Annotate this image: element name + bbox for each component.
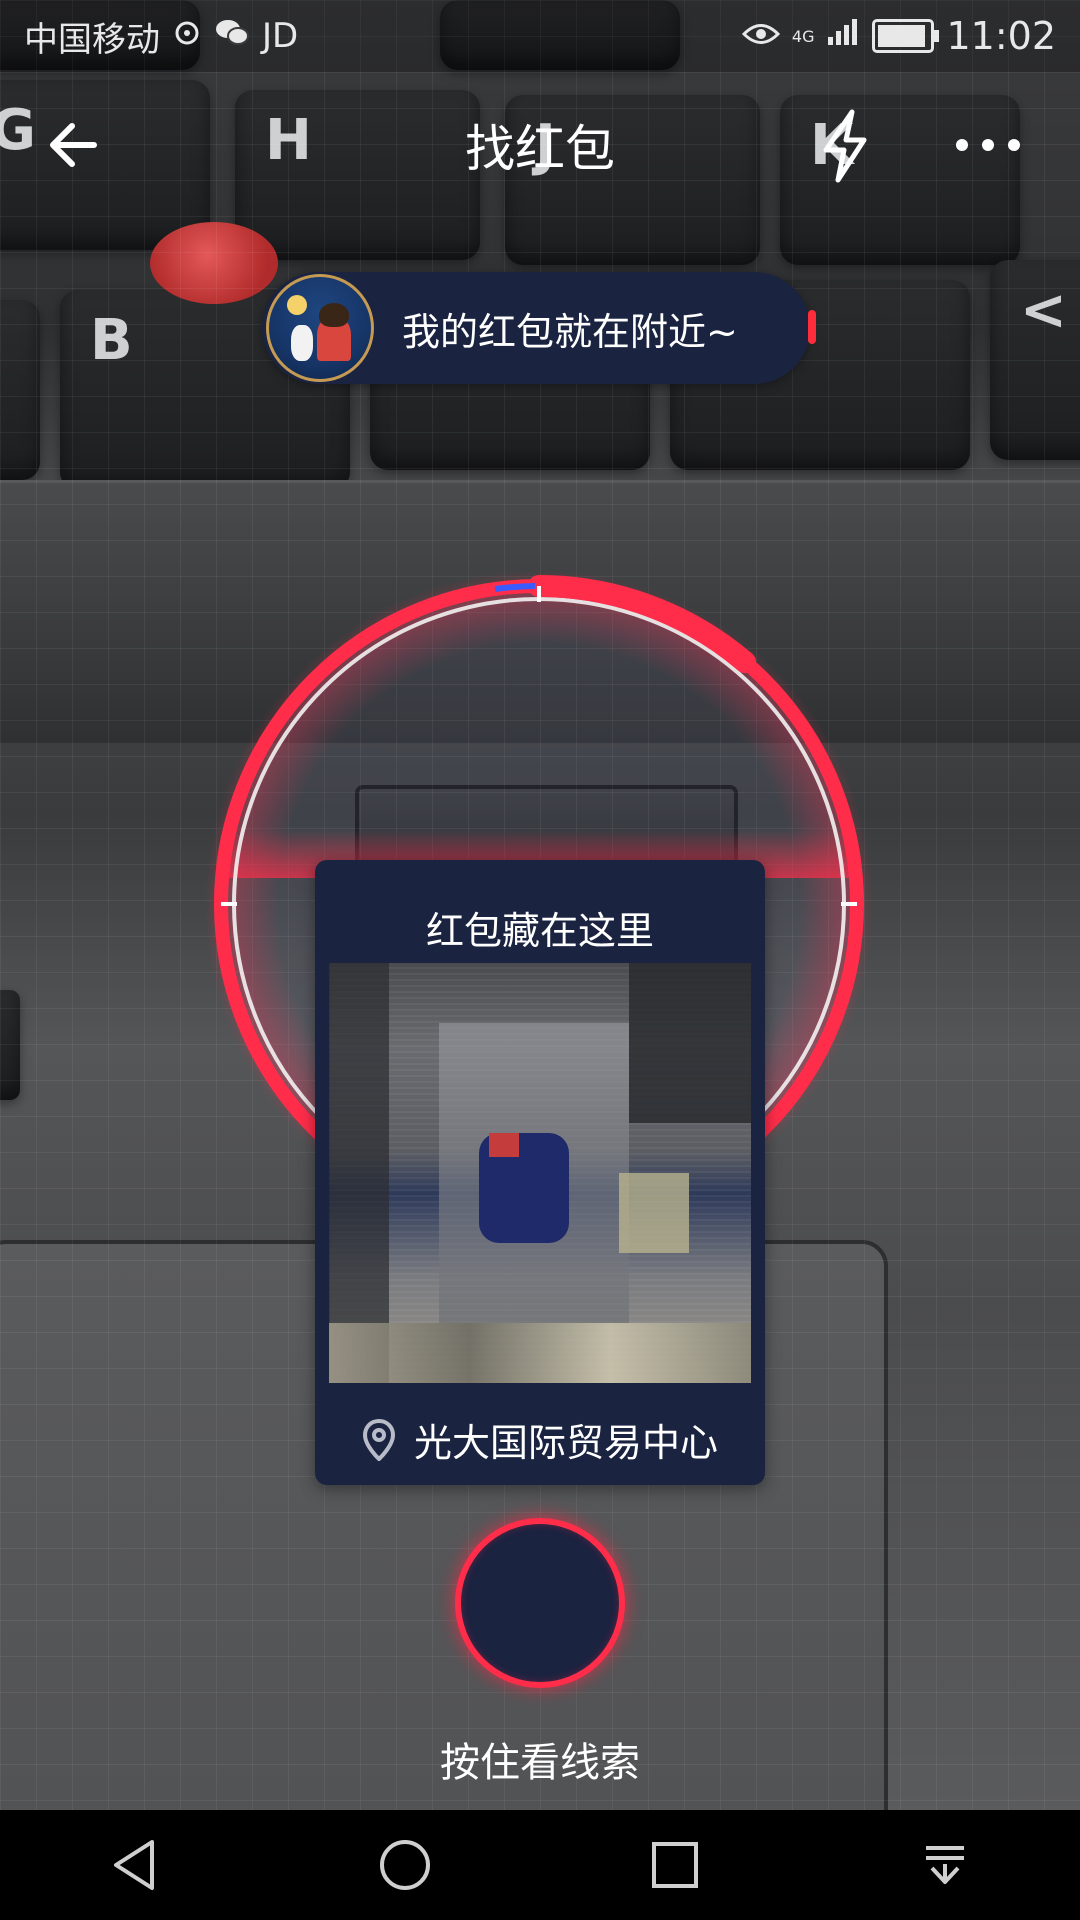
status-right: 4G 11:02 (741, 14, 1056, 58)
back-arrow-icon (50, 123, 97, 167)
nav-home-button[interactable] (365, 1825, 445, 1905)
home-circle-icon (380, 1840, 430, 1890)
system-nav-bar (0, 1810, 1080, 1920)
weibo-icon (172, 16, 202, 56)
photo-block (619, 1173, 689, 1253)
hint-text: 我的红包就在附近~ (402, 309, 738, 354)
location-pin-icon (362, 1418, 395, 1461)
hint-banner: 我的红包就在附近~ (262, 272, 816, 384)
back-button[interactable] (40, 110, 110, 180)
recents-square-icon (652, 1842, 698, 1888)
photo-block (329, 1323, 751, 1383)
battery-icon (872, 19, 940, 53)
avatar (266, 274, 374, 382)
jd-badge: JD (262, 16, 299, 56)
rabbit-shape (291, 325, 313, 361)
flash-button[interactable] (810, 108, 880, 184)
clock: 11:02 (946, 14, 1056, 58)
clue-title: 红包藏在这里 (425, 909, 654, 953)
status-bar: 中国移动 JD 4G 11:02 (0, 0, 1080, 72)
pill-accent (808, 310, 816, 344)
photo-block (629, 963, 751, 1123)
page-title: 找红包 (465, 120, 615, 178)
back-triangle-icon (114, 1840, 154, 1890)
location-label: 光大国际贸易中心 (413, 1421, 718, 1465)
more-icon (956, 139, 1020, 151)
status-left: 中国移动 JD (24, 12, 298, 61)
app-bar: 找红包 (0, 90, 1080, 200)
signal-icon (826, 16, 860, 56)
clue-location: 光大国际贸易中心 (315, 1412, 765, 1467)
nav-notifications-button[interactable] (905, 1825, 985, 1905)
hold-to-view-clue-button[interactable] (455, 1518, 625, 1688)
photo-block (329, 963, 389, 1383)
notifications-down-icon (926, 1846, 964, 1884)
clue-photo (329, 963, 751, 1383)
eye-icon (741, 16, 781, 56)
girl-head-shape (319, 303, 349, 327)
clue-card: 红包藏在这里 光大国际贸易中心 (315, 860, 765, 1485)
wechat-icon (214, 16, 250, 56)
hold-button-label: 按住看线索 (440, 1740, 640, 1786)
photo-block (489, 1133, 519, 1157)
more-button[interactable] (948, 120, 1028, 170)
moon-shape (287, 295, 307, 315)
nav-recents-button[interactable] (635, 1825, 715, 1905)
flash-icon (823, 109, 867, 183)
network-type-label: 4G (791, 26, 815, 46)
nav-back-button[interactable] (95, 1825, 175, 1905)
carrier-label: 中国移动 (24, 19, 160, 60)
